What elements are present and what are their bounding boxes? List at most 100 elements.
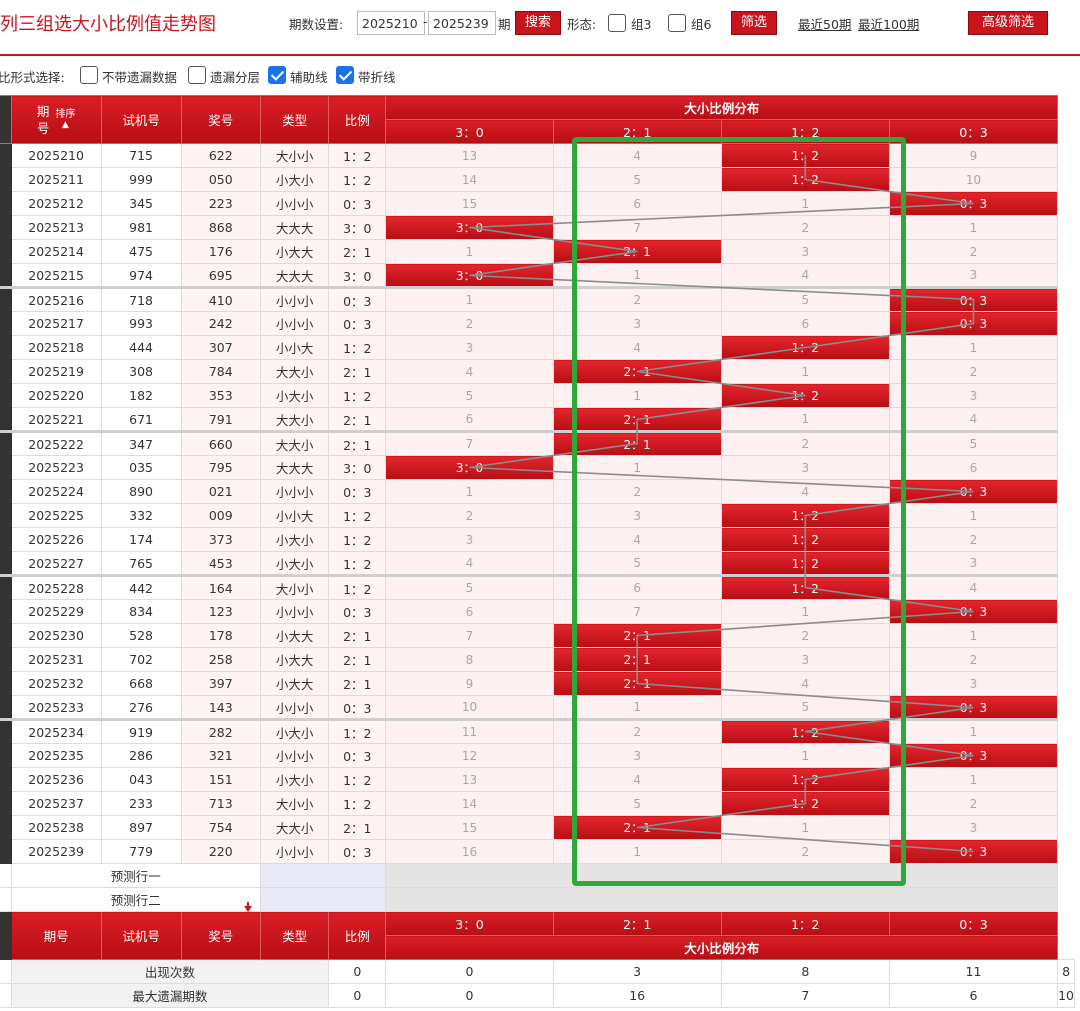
dist-cell-3-0: 9 (385, 671, 554, 696)
scroll-down-arrow-icon[interactable] (244, 906, 252, 912)
dist-cell-1-2: 1：2 (720, 718, 890, 744)
group6-checkbox[interactable] (668, 14, 686, 32)
table-row: 2025225 332 009 小小大 1：2 2 3 1：2 1 (0, 503, 1075, 528)
period-header[interactable]: 期 号 排序 ▲ (10, 95, 102, 144)
recent-100-link[interactable]: 最近100期 (858, 14, 919, 33)
aux-line-checkbox[interactable] (268, 66, 286, 84)
trial-cell: 974 (100, 263, 182, 288)
table-row: 2025235 286 321 小小小 0：3 12 3 1 0：3 (0, 743, 1075, 768)
filter-button[interactable]: 筛选 (731, 11, 777, 35)
dist-cell-2-1: 4 (552, 767, 722, 792)
row-marker (0, 143, 12, 168)
period-cell: 2025212 (10, 191, 102, 216)
dist-cell-0-3: 0：3 (888, 191, 1059, 216)
row-marker-header (0, 95, 12, 144)
trial-cell: 286 (100, 743, 182, 768)
stats-type-value: 0 (328, 959, 387, 984)
row-marker (0, 455, 12, 480)
stats-value-2-1: 8 (720, 959, 890, 984)
prize-cell: 397 (180, 671, 262, 696)
dist-cell-0-3: 0：3 (888, 479, 1059, 504)
period-cell: 2025219 (10, 359, 102, 384)
dist-cell-0-3: 3 (888, 263, 1059, 288)
type-cell: 小大大 (260, 623, 330, 648)
trial-cell: 347 (100, 430, 182, 456)
dist-cell-3-0: 14 (385, 167, 554, 192)
ratio-cell: 0：3 (328, 743, 387, 768)
type-cell: 大大小 (260, 430, 330, 456)
advanced-filter-button[interactable]: 高级筛选 (968, 11, 1048, 35)
recent-50-link[interactable]: 最近50期 (798, 14, 851, 33)
dist-cell-3-0: 4 (385, 551, 554, 576)
dist-col-3-0: 3：0 (385, 119, 554, 144)
type-cell: 大大大 (260, 215, 330, 240)
sort-label[interactable]: 排序 (55, 109, 75, 120)
row-marker (0, 743, 12, 768)
period-cell: 2025236 (10, 767, 102, 792)
table-row: 2025219 308 784 大大小 2：1 4 2：1 1 2 (0, 359, 1075, 384)
dist-cell-1-2: 1：2 (720, 791, 890, 816)
ratio-cell: 3：0 (328, 215, 387, 240)
dist-cell-3-0: 1 (385, 479, 554, 504)
dist-cell-0-3: 2 (888, 527, 1059, 552)
dist-cell-2-1: 4 (552, 143, 722, 168)
prize-cell: 713 (180, 791, 262, 816)
period-cell: 2025237 (10, 791, 102, 816)
predict-row-2-input[interactable] (260, 887, 387, 912)
trial-cell: 765 (100, 551, 182, 576)
period-from-input[interactable] (357, 11, 425, 35)
trial-cell: 715 (100, 143, 182, 168)
period-header-label: 期 号 (36, 103, 50, 136)
trial-cell: 999 (100, 167, 182, 192)
prize-cell: 021 (180, 479, 262, 504)
ratio-cell: 2：1 (328, 671, 387, 696)
table-row: 2025239 779 220 小小小 0：3 16 1 2 0：3 (0, 839, 1075, 864)
no-miss-data-checkbox[interactable] (80, 66, 98, 84)
predict-row-2-label[interactable]: 预测行二 (10, 887, 262, 912)
dist-cell-3-0: 8 (385, 647, 554, 672)
group3-checkbox[interactable] (608, 14, 626, 32)
row-marker (0, 599, 12, 624)
distribution-group-header: 大小比例分布 (385, 95, 1059, 120)
row-marker (0, 335, 12, 360)
dist-cell-2-1: 1 (552, 455, 722, 480)
dist-cell-0-3: 3 (888, 815, 1059, 840)
dist-cell-0-3: 4 (888, 407, 1059, 432)
dist-cell-2-1: 2：1 (552, 647, 722, 672)
sort-arrow-icon[interactable]: ▲ (62, 120, 69, 130)
predict-row-2-area[interactable] (385, 887, 1059, 912)
dist-cell-3-0: 3 (385, 335, 554, 360)
table-row: 2025229 834 123 小小小 0：3 6 7 1 0：3 (0, 599, 1075, 624)
trial-cell: 043 (100, 767, 182, 792)
trial-cell: 174 (100, 527, 182, 552)
dist-cell-1-2: 6 (720, 311, 890, 336)
period-cell: 2025222 (10, 430, 102, 456)
miss-layer-checkbox[interactable] (188, 66, 206, 84)
dist-cell-3-0: 5 (385, 574, 554, 600)
footer-distribution-group-header: 大小比例分布 (385, 935, 1059, 960)
dist-cell-1-2: 1：2 (720, 167, 890, 192)
predict-row-1-area[interactable] (385, 863, 1059, 888)
dist-cell-0-3: 3 (888, 551, 1059, 576)
period-cell: 2025224 (10, 479, 102, 504)
stats-type-value: 0 (328, 983, 387, 1008)
trial-cell: 981 (100, 215, 182, 240)
trial-cell: 671 (100, 407, 182, 432)
trial-cell: 345 (100, 191, 182, 216)
predict-row-1-label[interactable]: 预测行一 (10, 863, 262, 888)
table-row: 2025228 442 164 大小小 1：2 5 6 1：2 4 (0, 574, 1075, 600)
predict-row-1-input[interactable] (260, 863, 387, 888)
dist-cell-3-0: 3 (385, 527, 554, 552)
period-to-input[interactable] (428, 11, 496, 35)
fold-line-checkbox[interactable] (336, 66, 354, 84)
search-button[interactable]: 搜索 (515, 11, 561, 35)
options-bar: 比形式选择: 不带遗漏数据 遗漏分层 辅助线 带折线 (0, 56, 1080, 94)
dist-col-1-2: 1：2 (720, 119, 890, 144)
dist-cell-2-1: 2：1 (552, 430, 722, 456)
footer-type-header: 类型 (260, 911, 330, 960)
ratio-cell: 1：2 (328, 167, 387, 192)
footer-dist-col-2-1: 2：1 (552, 911, 722, 936)
row-marker (0, 718, 12, 744)
type-cell: 小大大 (260, 239, 330, 264)
table-row: 2025210 715 622 大小小 1：2 13 4 1：2 9 (0, 143, 1075, 168)
